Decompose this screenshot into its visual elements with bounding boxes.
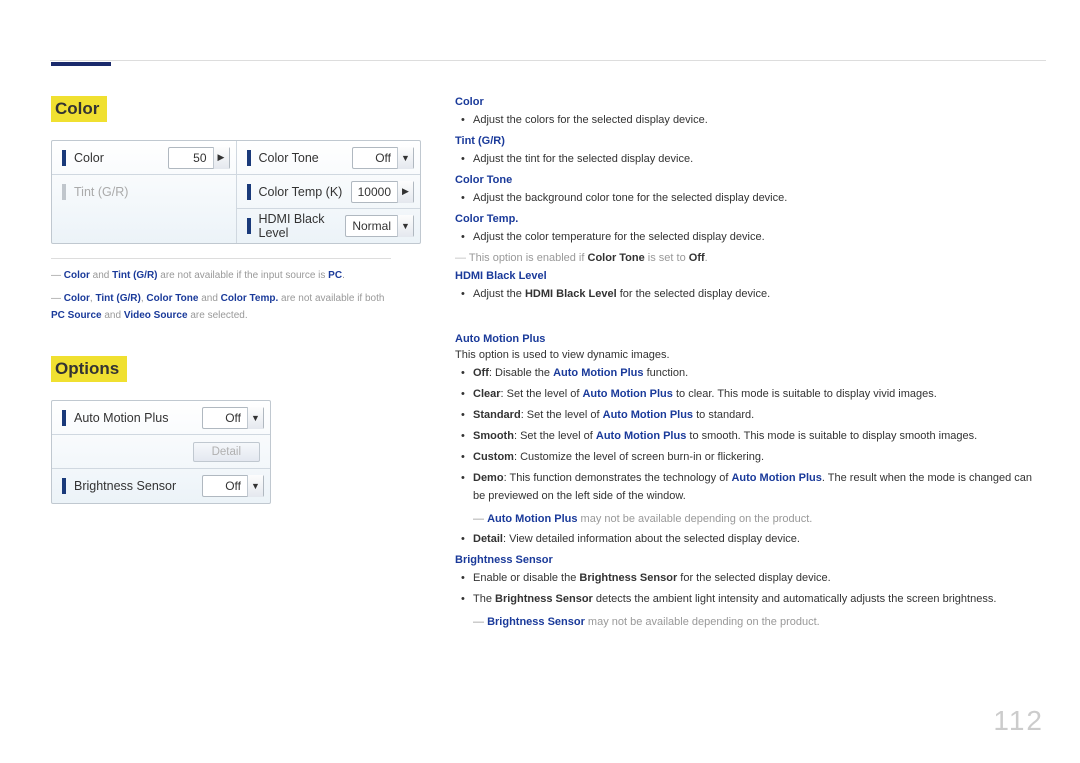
note-bs: ― Brightness Sensor may not be available… [473, 614, 1046, 631]
footnote-1: ― Color and Tint (G/R) are not available… [51, 267, 391, 284]
section-title-color: Color [51, 96, 107, 122]
li-hdmi: Adjust the HDMI Black Level for the sele… [473, 286, 1046, 303]
li-ctone: Adjust the background color tone for the… [473, 190, 1046, 207]
li-amp-detail: Detail: View detailed information about … [473, 531, 1046, 548]
h-bs: Brightness Sensor [455, 554, 1046, 566]
hdmiblack-value: Normal [346, 219, 397, 233]
li-amp-clear: Clear: Set the level of Auto Motion Plus… [473, 386, 1046, 403]
h-color: Color [455, 96, 1046, 108]
spin-right-icon[interactable]: ▶ [213, 147, 229, 169]
section-title-options: Options [51, 356, 127, 382]
ctrl-bar [247, 184, 251, 200]
chevron-down-icon[interactable]: ▼ [247, 407, 263, 429]
li-color: Adjust the colors for the selected displ… [473, 112, 1046, 129]
li-bs-2: The Brightness Sensor detects the ambien… [473, 591, 1046, 608]
colortemp-value: 10000 [352, 185, 397, 199]
ctrl-tint: Tint (G/R) [52, 175, 236, 209]
li-amp-smooth: Smooth: Set the level of Auto Motion Plu… [473, 428, 1046, 445]
ctrl-label-bs: Brightness Sensor [74, 479, 202, 493]
h-ctone: Color Tone [455, 174, 1046, 186]
colortemp-spinner[interactable]: 10000 ▶ [351, 181, 414, 203]
ctrl-amp: Auto Motion Plus Off ▼ [52, 401, 270, 435]
li-amp-demo: Demo: This function demonstrates the tec… [473, 470, 1046, 504]
chevron-down-icon[interactable]: ▼ [397, 147, 413, 169]
li-tint: Adjust the tint for the selected display… [473, 151, 1046, 168]
li-ctemp: Adjust the color temperature for the sel… [473, 229, 1046, 246]
left-column: Color Color 50 ▶ Tint (G/R) [51, 96, 421, 518]
chevron-down-icon[interactable]: ▼ [397, 215, 413, 237]
ctrl-bar [62, 184, 66, 200]
h-hdmi: HDMI Black Level [455, 270, 1046, 282]
bs-dropdown[interactable]: Off ▼ [202, 475, 264, 497]
color-value: 50 [169, 151, 213, 165]
chevron-down-icon[interactable]: ▼ [247, 475, 263, 497]
li-bs-1: Enable or disable the Brightness Sensor … [473, 570, 1046, 587]
footnote-2: ― Color, Tint (G/R), Color Tone and Colo… [51, 290, 391, 324]
amp-dropdown[interactable]: Off ▼ [202, 407, 264, 429]
note-amp: ― Auto Motion Plus may not be available … [473, 511, 1046, 528]
ctrl-bar [62, 410, 66, 426]
page-number: 112 [993, 705, 1044, 737]
ctrl-label-hdmiblack: HDMI Black Level [259, 212, 346, 240]
ctrl-bar [62, 150, 66, 166]
ctrl-brightness-sensor: Brightness Sensor Off ▼ [52, 469, 270, 503]
ctrl-bar [247, 218, 251, 234]
li-amp-custom: Custom: Customize the level of screen bu… [473, 449, 1046, 466]
detail-button: Detail [193, 442, 260, 462]
spin-right-icon[interactable]: ▶ [397, 181, 413, 203]
header-accent [51, 42, 111, 66]
li-amp-standard: Standard: Set the level of Auto Motion P… [473, 407, 1046, 424]
ctrl-label-colortone: Color Tone [259, 151, 353, 165]
h-ctemp: Color Temp. [455, 213, 1046, 225]
amp-value: Off [203, 411, 247, 425]
ctrl-hdmi-black: HDMI Black Level Normal ▼ [237, 209, 421, 243]
h-amp: Auto Motion Plus [455, 333, 1046, 345]
colortone-value: Off [353, 151, 397, 165]
color-spinner[interactable]: 50 ▶ [168, 147, 230, 169]
color-footnotes: ― Color and Tint (G/R) are not available… [51, 258, 391, 324]
options-panel: Auto Motion Plus Off ▼ Detail Brightness… [51, 400, 271, 504]
right-column: Color Adjust the colors for the selected… [455, 96, 1046, 635]
color-panel: Color 50 ▶ Tint (G/R) Color Tone Off [51, 140, 421, 244]
hdmiblack-dropdown[interactable]: Normal ▼ [345, 215, 414, 237]
ctrl-color: Color 50 ▶ [52, 141, 236, 175]
ctrl-bar [62, 478, 66, 494]
ctrl-label-tint: Tint (G/R) [74, 185, 230, 199]
note-ctemp: This option is enabled if Color Tone is … [455, 252, 1046, 264]
h-tint: Tint (G/R) [455, 135, 1046, 147]
colortone-dropdown[interactable]: Off ▼ [352, 147, 414, 169]
ctrl-color-tone: Color Tone Off ▼ [237, 141, 421, 175]
bs-value: Off [203, 479, 247, 493]
ctrl-label-color: Color [74, 151, 168, 165]
ctrl-color-temp: Color Temp (K) 10000 ▶ [237, 175, 421, 209]
header-rule [50, 60, 1046, 61]
li-amp-off: Off: Disable the Auto Motion Plus functi… [473, 365, 1046, 382]
ctrl-label-amp: Auto Motion Plus [74, 411, 202, 425]
ctrl-label-colortemp: Color Temp (K) [259, 185, 351, 199]
ctrl-bar [247, 150, 251, 166]
ctrl-detail-row: Detail [52, 435, 270, 469]
amp-intro: This option is used to view dynamic imag… [455, 349, 1046, 361]
